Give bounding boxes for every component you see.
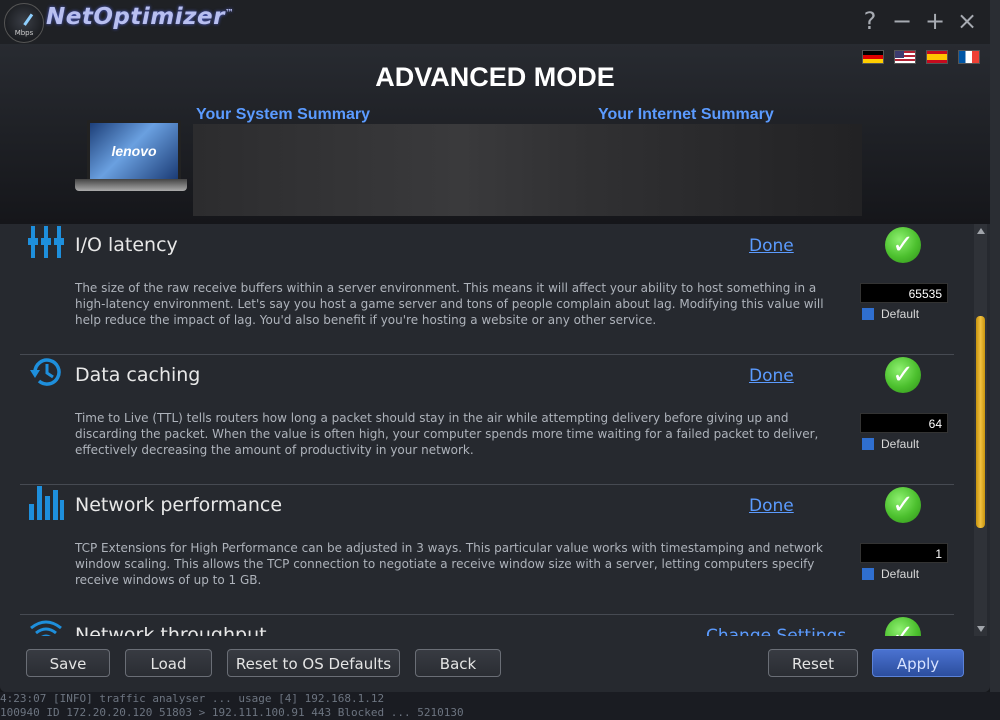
background-window-edge bbox=[990, 0, 1000, 692]
bar-chart-icon bbox=[29, 486, 64, 520]
app-brand: NetOptimizer™ bbox=[46, 4, 234, 30]
reset-button[interactable]: Reset bbox=[768, 649, 858, 677]
page-title: ADVANCED MODE bbox=[375, 62, 615, 92]
title-bar: Mbps NetOptimizer™ ? − + × bbox=[0, 0, 990, 44]
internet-summary-label: Your Internet Summary bbox=[598, 106, 774, 123]
list-item: Data caching Done ✓ Time to Live (TTL) t… bbox=[20, 354, 954, 485]
checkmark-icon: ✓ bbox=[885, 357, 921, 393]
history-clock-icon bbox=[30, 358, 61, 386]
default-checkbox[interactable] bbox=[862, 438, 874, 450]
system-summary-label: Your System Summary bbox=[196, 106, 370, 123]
wifi-icon bbox=[30, 620, 62, 636]
settings-list: I/O latency Done ✓ The size of the raw r… bbox=[0, 224, 990, 636]
speedometer-logo-icon: Mbps bbox=[4, 3, 44, 43]
logo-text: Mbps bbox=[14, 29, 34, 37]
footer-bar: Save Load Reset to OS Defaults Back Rese… bbox=[0, 636, 990, 692]
default-label: Default bbox=[881, 307, 920, 321]
checkmark-icon: ✓ bbox=[885, 617, 921, 636]
laptop-icon: lenovo bbox=[75, 120, 187, 192]
done-link[interactable]: Done bbox=[749, 236, 794, 256]
list-item: Network throughput Change Settings ✓ bbox=[20, 614, 954, 636]
value-input[interactable]: 65535 bbox=[860, 283, 948, 303]
terminal-line: 100940 ID 172.20.20.120 51803 > 192.111.… bbox=[0, 706, 464, 719]
equalizer-icon bbox=[28, 226, 64, 258]
item-description: The size of the raw receive buffers with… bbox=[75, 281, 824, 327]
default-label: Default bbox=[881, 437, 920, 451]
back-button[interactable]: Back bbox=[415, 649, 501, 677]
default-label: Default bbox=[881, 567, 920, 581]
scrollbar[interactable] bbox=[974, 224, 987, 636]
item-title: I/O latency bbox=[75, 234, 178, 256]
save-button[interactable]: Save bbox=[26, 649, 110, 677]
checkmark-icon: ✓ bbox=[885, 227, 921, 263]
item-description: TCP Extensions for High Performance can … bbox=[75, 541, 823, 587]
scroll-up-icon[interactable] bbox=[977, 228, 985, 234]
laptop-brand: lenovo bbox=[111, 143, 157, 159]
item-title: Data caching bbox=[75, 364, 201, 386]
background-terminal: 4:23:07 [INFO] traffic analyser ... usag… bbox=[0, 692, 1000, 720]
value-input[interactable]: 1 bbox=[860, 543, 948, 563]
minimize-button[interactable]: − bbox=[890, 8, 914, 34]
app-name: NetOptimizer bbox=[46, 4, 225, 30]
list-item: Network performance Done ✓ TCP Extension… bbox=[20, 484, 954, 615]
app-window: Mbps NetOptimizer™ ? − + × ADVANCED MODE… bbox=[0, 0, 990, 692]
value-input[interactable]: 64 bbox=[860, 413, 948, 433]
reset-os-defaults-button[interactable]: Reset to OS Defaults bbox=[227, 649, 400, 677]
change-settings-link[interactable]: Change Settings bbox=[706, 626, 846, 636]
header-panel: ADVANCED MODE Your System Summary Your I… bbox=[0, 44, 990, 224]
terminal-line: 4:23:07 [INFO] traffic analyser ... usag… bbox=[0, 692, 385, 705]
item-title: Network throughput bbox=[75, 624, 267, 636]
item-description: Time to Live (TTL) tells routers how lon… bbox=[75, 411, 819, 457]
default-checkbox[interactable] bbox=[862, 308, 874, 320]
load-button[interactable]: Load bbox=[125, 649, 212, 677]
help-button[interactable]: ? bbox=[858, 8, 882, 34]
default-checkbox[interactable] bbox=[862, 568, 874, 580]
scrollbar-thumb[interactable] bbox=[976, 316, 985, 528]
apply-button[interactable]: Apply bbox=[872, 649, 964, 677]
maximize-button[interactable]: + bbox=[923, 8, 947, 34]
close-button[interactable]: × bbox=[955, 8, 979, 34]
item-title: Network performance bbox=[75, 494, 283, 516]
scroll-down-icon[interactable] bbox=[977, 626, 985, 632]
done-link[interactable]: Done bbox=[749, 496, 794, 516]
done-link[interactable]: Done bbox=[749, 366, 794, 386]
trademark: ™ bbox=[224, 8, 235, 19]
summary-panel bbox=[193, 124, 862, 216]
list-item: I/O latency Done ✓ The size of the raw r… bbox=[20, 224, 954, 355]
checkmark-icon: ✓ bbox=[885, 487, 921, 523]
